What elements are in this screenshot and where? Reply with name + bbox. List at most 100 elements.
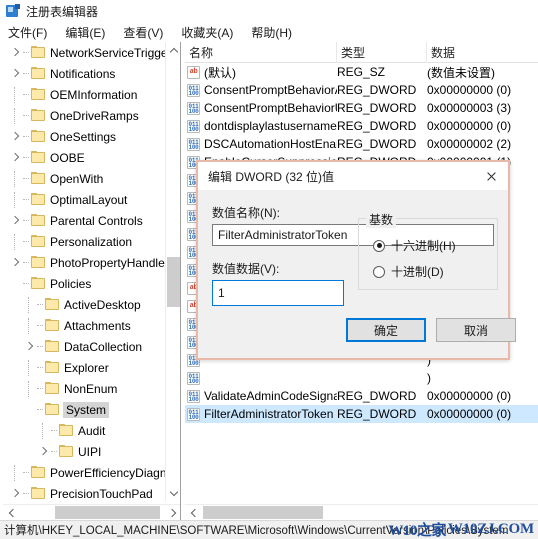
dword-value-icon: 011 100: [187, 119, 200, 133]
folder-icon: [30, 67, 46, 80]
tree-scroll-left-icon[interactable]: [3, 505, 19, 520]
table-row[interactable]: 011100 ConsentPromptBehaviorA...REG_DWORD…: [185, 81, 538, 99]
chevron-right-icon[interactable]: [9, 210, 23, 231]
tree-item-parental-controls[interactable]: Parental Controls: [3, 210, 166, 231]
tree-item-audit[interactable]: Audit: [3, 420, 166, 441]
tree-item-oobe[interactable]: OOBE: [3, 147, 166, 168]
tree-vertical-scrollbar[interactable]: [165, 42, 180, 501]
tree-item-optimallayout[interactable]: OptimalLayout: [3, 189, 166, 210]
table-row[interactable]: 011100 ConsentPromptBehaviorU...REG_DWORD…: [185, 99, 538, 117]
chevron-down-icon[interactable]: [9, 273, 23, 294]
chevron-right-icon[interactable]: [23, 336, 37, 357]
tree-item-openwith[interactable]: OpenWith: [3, 168, 166, 189]
tree-connector: [23, 231, 30, 252]
tree-item-explorer[interactable]: Explorer: [3, 357, 166, 378]
tree-scroll-right-icon[interactable]: [165, 505, 180, 520]
value-name-cell: 011 100: [185, 369, 337, 387]
tree-connector: [37, 378, 44, 399]
base-group-label: 基数: [366, 211, 397, 228]
dialog-body: 数值名称(N): FilterAdministratorToken 数值数据(V…: [198, 190, 516, 358]
list-scroll-left-icon[interactable]: [185, 505, 201, 520]
menu-view[interactable]: 查看(V): [123, 22, 171, 43]
column-header-name[interactable]: 名称: [185, 42, 337, 63]
tree-item-oeminformation[interactable]: OEMInformation: [3, 84, 166, 105]
chevron-right-icon[interactable]: [9, 63, 23, 84]
tree-item-onesettings[interactable]: OneSettings: [3, 126, 166, 147]
chevron-right-icon[interactable]: [9, 42, 23, 63]
table-row[interactable]: ab (默认) REG_SZ (数值未设置): [185, 63, 538, 81]
tree-item-label: PowerEfficiencyDiagnos: [50, 465, 166, 480]
tree-item-datacollection[interactable]: DataCollection: [3, 336, 166, 357]
tree-item-label: Parental Controls: [50, 213, 143, 228]
list-horizontal-scrollbar[interactable]: [185, 504, 538, 520]
chevron-down-icon[interactable]: [23, 399, 37, 420]
table-row[interactable]: 011 100 dontdisplaylastusername REG_DWORD 0x…: [185, 117, 538, 135]
menu-file[interactable]: 文件(F): [8, 22, 55, 43]
menu-help[interactable]: 帮助(H): [251, 22, 300, 43]
tree-item-networkservicetrigger[interactable]: NetworkServiceTrigger: [3, 42, 166, 63]
list-hscrollbar-thumb[interactable]: [203, 506, 323, 519]
tree-item-label: Notifications: [50, 66, 116, 81]
chevron-right-icon[interactable]: [9, 147, 23, 168]
registry-tree[interactable]: NetworkServiceTrigger Notifications OEMInf…: [3, 42, 166, 501]
tree-item-nonenum[interactable]: NonEnum: [3, 378, 166, 399]
tree-scroll-down-icon[interactable]: [166, 485, 180, 501]
menu-favorites[interactable]: 收藏夹(A): [181, 22, 241, 43]
tree-item-photopropertyhandler[interactable]: PhotoPropertyHandler: [3, 252, 166, 273]
table-row[interactable]: 011100 DSCAutomationHostEnabl...REG_DWORD…: [185, 135, 538, 153]
folder-icon: [58, 424, 74, 437]
tree-item-policies[interactable]: Policies: [3, 273, 166, 294]
value-type-cell: REG_DWORD: [337, 101, 417, 115]
registry-tree-pane: NetworkServiceTrigger Notifications OEMInf…: [3, 42, 181, 520]
chevron-right-icon[interactable]: [37, 441, 51, 462]
edit-dword-dialog: 编辑 DWORD (32 位)值 数值名称(N): FilterAdminist…: [196, 160, 516, 360]
chevron-right-icon[interactable]: [9, 126, 23, 147]
value-name-text: FilterAdministratorToken: [204, 407, 334, 421]
tree-item-notifications[interactable]: Notifications: [3, 63, 166, 84]
dialog-title-bar: 编辑 DWORD (32 位)值: [198, 162, 508, 190]
dialog-close-button[interactable]: [474, 162, 508, 190]
table-row[interactable]: 011 100 FilterAdministratorToken REG_DWORD 0…: [185, 405, 538, 423]
tree-item-system[interactable]: System: [3, 399, 166, 420]
folder-icon: [30, 256, 46, 269]
value-type-cell: REG_DWORD: [337, 407, 417, 421]
dword-value-icon: 011 100: [187, 407, 200, 421]
radio-decimal[interactable]: 十进制(D): [373, 263, 444, 280]
tree-scrollbar-thumb[interactable]: [167, 257, 180, 307]
tree-item-label: PhotoPropertyHandler: [50, 255, 166, 270]
tree-connector: [23, 42, 30, 63]
chevron-right-icon[interactable]: [9, 252, 23, 273]
menu-edit[interactable]: 编辑(E): [65, 22, 113, 43]
value-name-cell: 011100 ConsentPromptBehaviorA...: [185, 81, 337, 99]
column-header-type[interactable]: 类型: [337, 42, 427, 63]
tree-item-attachments[interactable]: Attachments: [3, 315, 166, 336]
tree-horizontal-scrollbar[interactable]: [3, 504, 180, 520]
tree-scroll-up-icon[interactable]: [166, 42, 180, 58]
tree-item-activedesktop[interactable]: ActiveDesktop: [3, 294, 166, 315]
tree-hscrollbar-thumb[interactable]: [55, 506, 160, 519]
column-header-data[interactable]: 数据: [427, 42, 538, 63]
tree-item-onedriveramps[interactable]: OneDriveRamps: [3, 105, 166, 126]
value-type-cell: REG_DWORD: [337, 137, 417, 151]
tree-item-personalization[interactable]: Personalization: [3, 231, 166, 252]
chevron-right-icon[interactable]: [9, 483, 23, 501]
radio-hexadecimal[interactable]: 十六进制(H): [373, 237, 456, 254]
table-row[interactable]: 011100): [185, 369, 538, 387]
dialog-title: 编辑 DWORD (32 位)值: [208, 169, 335, 184]
value-name-text: ConsentPromptBehaviorA...: [204, 83, 337, 97]
status-bar: 计算机\HKEY_LOCAL_MACHINE\SOFTWARE\Microsof…: [0, 520, 538, 539]
registry-path: 计算机\HKEY_LOCAL_MACHINE\SOFTWARE\Microsof…: [4, 525, 509, 537]
table-row[interactable]: 011100 ValidateAdminCodeSignat...REG_DWOR…: [185, 387, 538, 405]
tree-item-label: OneSettings: [50, 129, 117, 144]
tree-item-powerefficiencydiagnos[interactable]: PowerEfficiencyDiagnos: [3, 462, 166, 483]
tree-item-uipi[interactable]: UIPI: [3, 441, 166, 462]
value-data-input[interactable]: 1: [212, 280, 344, 306]
cancel-button[interactable]: 取消: [436, 318, 516, 342]
tree-line: [23, 357, 37, 378]
tree-connector: [23, 462, 30, 483]
tree-connector: [23, 84, 30, 105]
tree-item-precisiontouchpad[interactable]: PrecisionTouchPad: [3, 483, 166, 501]
ok-button[interactable]: 确定: [346, 318, 426, 342]
value-name-label: 数值名称(N):: [212, 206, 280, 220]
folder-icon: [30, 130, 46, 143]
